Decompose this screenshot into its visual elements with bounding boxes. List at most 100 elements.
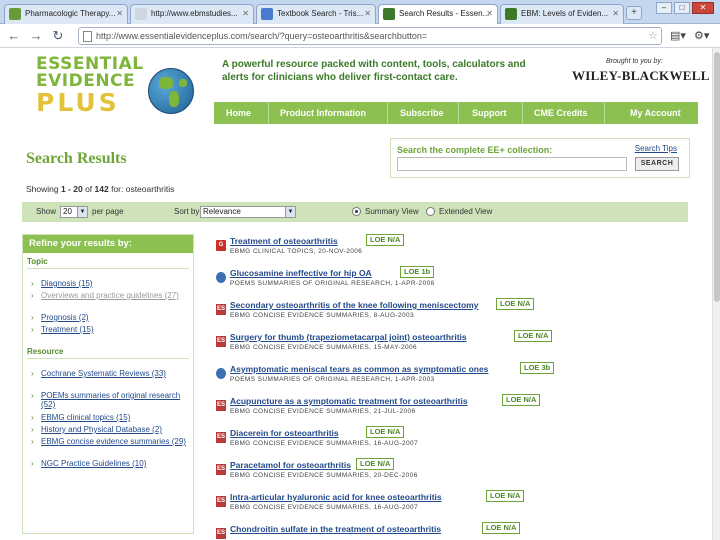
- maximize-icon[interactable]: □: [674, 2, 690, 14]
- loe-badge[interactable]: LOE N/A: [496, 298, 535, 310]
- favicon-icon: [9, 8, 21, 20]
- nav-home[interactable]: Home: [226, 102, 251, 124]
- nav-my-account[interactable]: My Account: [630, 102, 681, 124]
- search-button[interactable]: SEARCH: [635, 157, 679, 171]
- tab-close-icon[interactable]: ✕: [612, 5, 619, 23]
- forward-icon[interactable]: →: [28, 28, 44, 44]
- publisher-logo[interactable]: WILEY-BLACKWELL: [572, 68, 710, 84]
- result-source: EBMG CONCISE EVIDENCE SUMMARIES, 16-AUG-…: [230, 440, 419, 447]
- filter-topic-treatment[interactable]: Treatment (15): [41, 325, 191, 334]
- tab-label: http://www.ebmstudies...: [151, 9, 238, 18]
- browser-tab[interactable]: EBM: Levels of Eviden... ✕: [500, 4, 624, 24]
- tools-menu-icon[interactable]: ⚙▾: [694, 29, 709, 42]
- extended-view-radio[interactable]: [426, 207, 435, 216]
- result-source: EBMG CONCISE EVIDENCE SUMMARIES, 8-AUG-2…: [230, 312, 415, 319]
- filter-resource-ebmg-topics[interactable]: EBMG clinical topics (15): [41, 413, 191, 422]
- result-title-link[interactable]: Chondroitin sulfate in the treatment of …: [230, 524, 441, 534]
- result-title-link[interactable]: Treatment of osteoarthritis: [230, 236, 338, 246]
- result-type-icon: ES: [216, 528, 226, 539]
- favicon-icon: [261, 8, 273, 20]
- result-source: POEMS SUMMARIES OF ORIGINAL RESEARCH, 1-…: [230, 280, 435, 287]
- result-row: Asymptomatic meniscal tears as common as…: [214, 362, 694, 394]
- browser-tab-strip: Pharmacologic Therapy... ✕ http://www.eb…: [0, 0, 720, 24]
- result-title-link[interactable]: Diacerein for osteoarthritis: [230, 428, 339, 438]
- result-type-icon: [216, 272, 226, 283]
- collection-search-label: Search the complete EE+ collection:: [397, 145, 553, 155]
- result-type-icon: ES: [216, 432, 226, 443]
- summary-view-radio[interactable]: [352, 207, 361, 216]
- tab-label: Search Results - Essen...: [399, 9, 490, 18]
- page-menu-icon[interactable]: ▤▾: [670, 29, 686, 42]
- reload-icon[interactable]: ↻: [50, 28, 66, 44]
- chevron-right-icon: ›: [31, 437, 34, 446]
- loe-badge[interactable]: LOE 3b: [520, 362, 555, 374]
- loe-badge[interactable]: LOE 1b: [400, 266, 435, 278]
- page-title: Search Results: [26, 150, 127, 167]
- chevron-right-icon: ›: [31, 313, 34, 322]
- browser-tab-active[interactable]: Search Results - Essen... ✕: [378, 4, 498, 24]
- result-source: EBMG CONCISE EVIDENCE SUMMARIES, 21-JUL-…: [230, 408, 416, 415]
- filter-topic-diagnosis[interactable]: Diagnosis (15): [41, 279, 191, 288]
- filter-resource-cochrane[interactable]: Cochrane Systematic Reviews (33): [41, 369, 191, 378]
- resource-heading: Resource: [27, 347, 64, 356]
- result-title-link[interactable]: Paracetamol for osteoarthritis: [230, 460, 351, 470]
- window-controls: – □ ✕: [656, 2, 714, 14]
- result-row: ES Surgery for thumb (trapeziometacarpal …: [214, 330, 694, 362]
- result-type-icon: G: [216, 240, 226, 251]
- scrollbar-thumb[interactable]: [714, 52, 720, 302]
- loe-badge[interactable]: LOE N/A: [502, 394, 541, 406]
- tab-close-icon[interactable]: ✕: [116, 5, 123, 23]
- close-window-icon[interactable]: ✕: [692, 2, 714, 14]
- minimize-icon[interactable]: –: [656, 2, 672, 14]
- nav-product-information[interactable]: Product Information: [280, 102, 366, 124]
- filter-topic-overviews[interactable]: Overviews and practice guidelines (27): [41, 291, 191, 300]
- loe-badge[interactable]: LOE N/A: [366, 426, 405, 438]
- filter-resource-poems[interactable]: POEMs summaries of original research (52…: [41, 391, 191, 409]
- tab-label: Textbook Search - Tris...: [277, 9, 364, 18]
- tab-close-icon[interactable]: ✕: [364, 5, 371, 23]
- result-title-link[interactable]: Surgery for thumb (trapeziometacarpal jo…: [230, 332, 467, 342]
- filter-resource-history-physical[interactable]: History and Physical Database (2): [41, 425, 191, 434]
- nav-subscribe[interactable]: Subscribe: [400, 102, 444, 124]
- result-title-link[interactable]: Secondary osteoarthritis of the knee fol…: [230, 300, 478, 310]
- tab-close-icon[interactable]: ✕: [242, 5, 249, 23]
- browser-tab[interactable]: http://www.ebmstudies... ✕: [130, 4, 254, 24]
- sort-select[interactable]: Relevance ▼: [200, 206, 296, 218]
- result-source: EBMG CONCISE EVIDENCE SUMMARIES, 16-AUG-…: [230, 504, 419, 511]
- browser-tab[interactable]: Pharmacologic Therapy... ✕: [4, 4, 128, 24]
- loe-badge[interactable]: LOE N/A: [482, 522, 521, 534]
- new-tab-button[interactable]: +: [626, 6, 642, 20]
- back-icon[interactable]: ←: [6, 28, 22, 44]
- search-tips-link[interactable]: Search Tips: [635, 144, 677, 153]
- nav-cme-credits[interactable]: CME Credits: [534, 102, 588, 124]
- result-title-link[interactable]: Acupuncture as a symptomatic treatment f…: [230, 396, 468, 406]
- browser-tab[interactable]: Textbook Search - Tris... ✕: [256, 4, 376, 24]
- result-title-link[interactable]: Glucosamine ineffective for hip OA: [230, 268, 372, 278]
- tab-close-icon[interactable]: ✕: [486, 5, 493, 23]
- topic-heading: Topic: [27, 257, 48, 266]
- favicon-icon: [135, 8, 147, 20]
- vertical-scrollbar[interactable]: [712, 48, 720, 540]
- loe-badge[interactable]: LOE N/A: [356, 458, 395, 470]
- sort-by-label: Sort by: [174, 207, 200, 216]
- nav-support[interactable]: Support: [472, 102, 507, 124]
- search-input[interactable]: [397, 157, 627, 171]
- site-logo[interactable]: ESSENTIAL EVIDENCE PLUS: [36, 56, 194, 126]
- loe-badge[interactable]: LOE N/A: [366, 234, 405, 246]
- bookmark-star-icon[interactable]: ☆: [648, 29, 658, 42]
- filter-resource-ebmg-summaries[interactable]: EBMG concise evidence summaries (29): [41, 437, 191, 446]
- result-title-link[interactable]: Intra-articular hyaluronic acid for knee…: [230, 492, 442, 502]
- per-page-select[interactable]: 20 ▼: [60, 206, 88, 218]
- chevron-right-icon: ›: [31, 369, 34, 378]
- result-type-icon: ES: [216, 496, 226, 507]
- page-icon: [83, 31, 92, 42]
- loe-badge[interactable]: LOE N/A: [514, 330, 553, 342]
- result-source: POEMS SUMMARIES OF ORIGINAL RESEARCH, 1-…: [230, 376, 435, 383]
- filter-resource-ngc[interactable]: NGC Practice Guidelines (10): [41, 459, 191, 468]
- result-title-link[interactable]: Asymptomatic meniscal tears as common as…: [230, 364, 488, 374]
- address-bar[interactable]: http://www.essentialevidenceplus.com/sea…: [78, 27, 662, 45]
- result-row: ES Intra-articular hyaluronic acid for kn…: [214, 490, 694, 522]
- filter-topic-prognosis[interactable]: Prognosis (2): [41, 313, 191, 322]
- brought-by-text: Brought to you by:: [606, 58, 663, 65]
- loe-badge[interactable]: LOE N/A: [486, 490, 525, 502]
